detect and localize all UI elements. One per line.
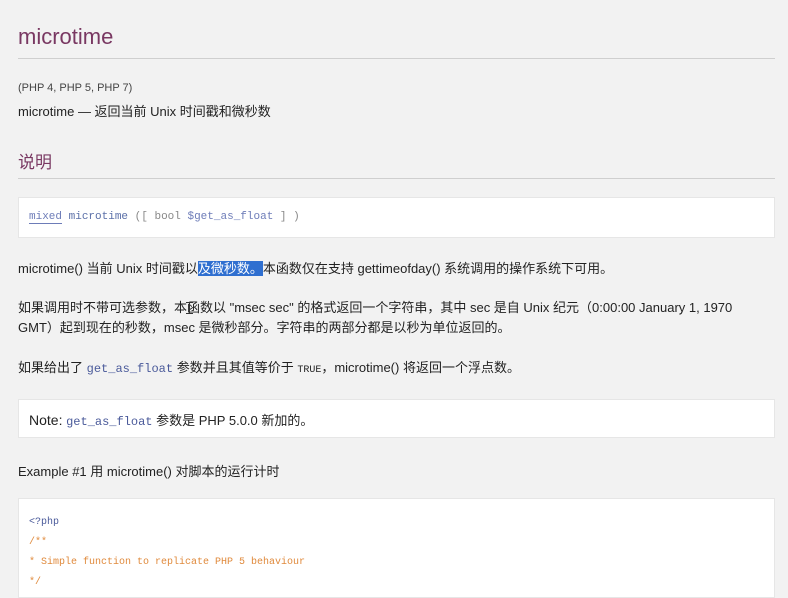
php-manual-page: microtime (PHP 4, PHP 5, PHP 7) microtim…: [0, 0, 788, 598]
code-line: /**: [29, 537, 48, 548]
param-type: bool: [154, 211, 181, 223]
note-param-link[interactable]: get_as_float: [66, 415, 152, 429]
function-name: microtime: [68, 211, 129, 223]
note-text: 参数是 PHP 5.0.0 新加的。: [156, 413, 314, 428]
para3-text-before: 如果给出了: [18, 360, 84, 375]
description-paragraph-1: microtime() 当前 Unix 时间戳以及微秒数。本函数仅在支持 get…: [18, 259, 775, 279]
para2-line-2: GMT）起到现在的秒数，msec 是微秒部分。字符串的两部分都是以秒为单位返回的…: [18, 320, 511, 335]
text-cursor-icon: [186, 302, 193, 314]
para2-line-1: 如果调用时不带可选参数，本函数以 "msec sec" 的格式返回一个字符串，其…: [18, 300, 733, 315]
code-line: * Simple function to replicate PHP 5 beh…: [29, 557, 306, 568]
code-line: <?php: [29, 517, 60, 528]
code-example-block: <?php /** * Simple function to replicate…: [18, 498, 775, 598]
selected-text[interactable]: 及微秒数。: [197, 261, 263, 276]
example-title: Example #1 用 microtime() 对脚本的运行计时: [18, 464, 280, 479]
code-line: */: [29, 577, 42, 588]
title-divider: [18, 58, 775, 59]
param-name: $get_as_float: [187, 211, 274, 223]
synopsis-open: ([: [134, 211, 148, 223]
synopsis-close: ] ): [279, 211, 300, 223]
function-refname: microtime — 返回当前 Unix 时间戳和微秒数: [18, 104, 271, 119]
param-reference-link[interactable]: get_as_float: [87, 362, 173, 376]
method-synopsis: mixed microtime ([ bool $get_as_float ] …: [18, 197, 775, 238]
para3-text-middle: 参数并且其值等价于: [176, 360, 294, 375]
section-heading-description: 说明: [18, 153, 52, 172]
constant-true: TRUE: [297, 365, 322, 376]
para1-text-before: microtime() 当前 Unix 时间戳以: [18, 261, 198, 276]
para1-text-after: 本函数仅在支持 gettimeofday() 系统调用的操作系统下可用。: [262, 261, 614, 276]
note-box: Note: get_as_float 参数是 PHP 5.0.0 新加的。: [18, 399, 775, 438]
para3-text-after: ，microtime() 将返回一个浮点数。: [321, 360, 520, 375]
version-info: (PHP 4, PHP 5, PHP 7): [18, 82, 133, 94]
return-type-link[interactable]: mixed: [29, 211, 63, 224]
page-title: microtime: [18, 24, 114, 49]
description-paragraph-3: 如果给出了 get_as_float 参数并且其值等价于 TRUE，microt…: [18, 358, 775, 381]
note-label: Note:: [29, 412, 63, 428]
section-divider: [18, 178, 775, 179]
description-paragraph-2: 如果调用时不带可选参数，本函数以 "msec sec" 的格式返回一个字符串，其…: [18, 298, 775, 338]
